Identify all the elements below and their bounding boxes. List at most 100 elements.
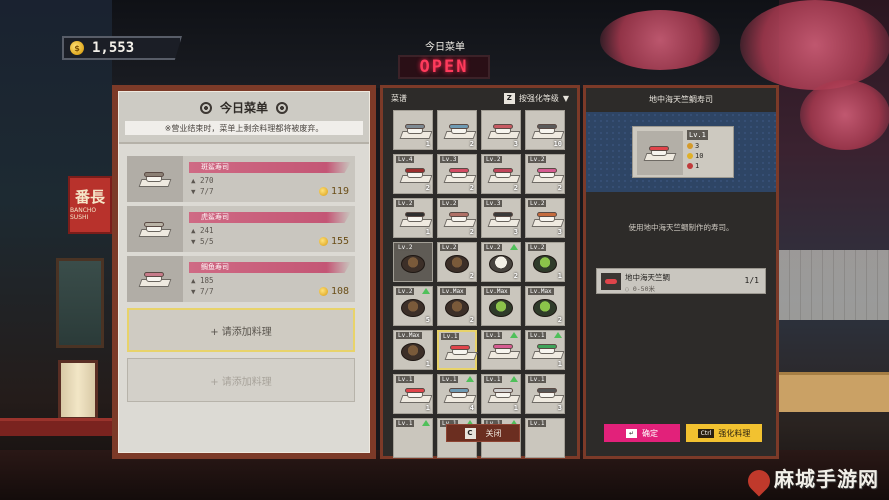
bowl-icon bbox=[401, 343, 425, 361]
confirm-label: 确定 bbox=[642, 428, 659, 438]
recipe-tab[interactable]: 菜谱 bbox=[391, 93, 407, 104]
recipe-cell[interactable]: Lv.Max bbox=[481, 286, 521, 326]
add-dish-slot[interactable]: + 请添加料理 bbox=[127, 358, 355, 402]
recipe-cell[interactable]: Lv.1 1 bbox=[525, 330, 565, 370]
recipe-level: Lv.Max bbox=[528, 288, 554, 295]
recipe-level: Lv.2 bbox=[396, 288, 415, 295]
dish-card: Lv.1 3 10 1 bbox=[632, 126, 734, 178]
recipe-cell[interactable]: 10 bbox=[525, 110, 565, 150]
recipe-level: Lv.2 bbox=[528, 200, 547, 207]
recipe-cell[interactable]: Lv.Max 1 bbox=[393, 330, 433, 370]
recipe-cell[interactable]: Lv.1 bbox=[481, 330, 521, 370]
sushi-icon bbox=[443, 123, 477, 139]
fish-icon bbox=[601, 273, 621, 290]
recipe-cell[interactable]: Lv.2 2 bbox=[437, 198, 477, 238]
sushi-icon bbox=[487, 123, 521, 139]
ingredient-row[interactable]: 地中海天竺鲷 ◌ 0-50米 1/1 bbox=[596, 268, 766, 294]
recipe-cell[interactable]: Lv.1 bbox=[437, 330, 478, 370]
recipe-cell[interactable]: Lv.2 3 bbox=[525, 198, 565, 238]
open-neon-sign: OPEN bbox=[398, 55, 490, 79]
recipe-cell[interactable]: Lv.2 2 bbox=[481, 154, 521, 194]
recipe-count: 1 bbox=[557, 360, 562, 368]
sushi-icon bbox=[138, 221, 172, 237]
recipe-cell[interactable]: Lv.2 bbox=[393, 242, 433, 282]
recipe-level: Lv.2 bbox=[396, 244, 415, 251]
recipe-count: 2 bbox=[469, 272, 474, 280]
close-key-badge: C bbox=[464, 427, 476, 439]
dish-stats: Lv.1 3 10 1 bbox=[687, 130, 708, 171]
recipe-cell[interactable]: Lv.2 1 bbox=[393, 198, 433, 238]
upgrade-dish-button[interactable]: Ctrl 强化料理 bbox=[686, 424, 762, 442]
sort-dropdown[interactable]: Z 按强化等级 ▼ bbox=[503, 92, 569, 104]
watermark: 麻城手游网 bbox=[743, 463, 879, 497]
ingredient-count: 1/1 bbox=[744, 276, 759, 285]
bowl-icon bbox=[489, 255, 513, 273]
recipe-count: 4 bbox=[469, 404, 474, 412]
recipe-panel-inner: 菜谱 Z 按强化等级 ▼ 1 2 3 10 Lv.4 2 Lv.3 2 Lv.2 2 Lv.2 2 Lv… bbox=[383, 88, 577, 458]
recipe-cell[interactable]: Lv.2 2 bbox=[481, 242, 521, 282]
recipe-cell[interactable]: Lv.1 bbox=[393, 418, 433, 458]
dish-thumbnail bbox=[127, 156, 183, 202]
cherry-blossom bbox=[600, 10, 720, 70]
recipe-level: Lv.2 bbox=[440, 244, 459, 251]
recipe-cell[interactable]: Lv.1 3 bbox=[525, 374, 565, 414]
recipe-cell[interactable]: Lv.1 bbox=[525, 418, 565, 458]
recipe-level: Lv.Max bbox=[396, 332, 422, 339]
cherry-blossom bbox=[800, 80, 889, 150]
flavor-icon bbox=[687, 143, 693, 149]
recipe-cell[interactable]: Lv.2 5 bbox=[393, 286, 433, 326]
koi-painting bbox=[56, 258, 104, 348]
bowl-icon bbox=[401, 299, 425, 317]
recipe-cell[interactable]: Lv.Max 2 bbox=[525, 286, 565, 326]
recipe-count: 2 bbox=[513, 184, 518, 192]
sushi-icon bbox=[443, 387, 477, 403]
recipe-level: Lv.3 bbox=[484, 200, 503, 207]
add-dish-slot[interactable]: + 请添加料理 bbox=[127, 308, 355, 352]
bowl-icon bbox=[533, 255, 557, 273]
dish-hero-area: Lv.1 3 10 1 bbox=[586, 112, 776, 192]
close-label: 关闭 bbox=[485, 428, 502, 438]
recipe-cell[interactable]: Lv.3 2 bbox=[437, 154, 477, 194]
recipe-level: Lv.1 bbox=[484, 376, 503, 383]
sushi-icon bbox=[531, 211, 565, 227]
upgrade-arrow-icon bbox=[422, 420, 430, 426]
recipe-cell[interactable]: Lv.1 1 bbox=[481, 374, 521, 414]
bowl-icon bbox=[401, 255, 425, 273]
recipe-cell[interactable]: Lv.4 2 bbox=[393, 154, 433, 194]
menu-dish-row[interactable]: 虎鲨寿司 ▲ 241 ▼ 5/5 155 bbox=[127, 206, 355, 252]
currency-display: $ 1,553 bbox=[62, 36, 182, 60]
recipe-count: 3 bbox=[513, 228, 518, 236]
upgrade-arrow-icon bbox=[510, 376, 518, 382]
upgrade-arrow-icon bbox=[422, 288, 430, 294]
recipe-cell[interactable]: Lv.1 1 bbox=[393, 374, 433, 414]
dish-ratio: ▼ 7/7 bbox=[191, 287, 214, 296]
recipe-cell[interactable]: Lv.1 4 bbox=[437, 374, 477, 414]
confirm-button[interactable]: ↵ 确定 bbox=[604, 424, 680, 442]
recipe-count: 3 bbox=[557, 404, 562, 412]
chevron-down-icon: ▼ bbox=[562, 93, 569, 103]
recipe-cell[interactable]: 3 bbox=[481, 110, 521, 150]
recipe-cell[interactable]: Lv.2 2 bbox=[525, 154, 565, 194]
recipe-header: 菜谱 Z 按强化等级 ▼ bbox=[383, 88, 577, 108]
bowl-icon bbox=[445, 299, 469, 317]
close-button[interactable]: C 关闭 bbox=[446, 424, 520, 442]
recipe-count: 2 bbox=[469, 316, 474, 324]
ingredient-depth: ◌ 0-50米 bbox=[625, 285, 655, 293]
recipe-cell[interactable]: Lv.Max 2 bbox=[437, 286, 477, 326]
recipe-count: 2 bbox=[469, 140, 474, 148]
recipe-count: 2 bbox=[469, 184, 474, 192]
recipe-count: 2 bbox=[557, 316, 562, 324]
menu-dish-row[interactable]: 斑鲨寿司 ▲ 270 ▼ 7/7 119 bbox=[127, 156, 355, 202]
menu-dish-row[interactable]: 鲷鱼寿司 ▲ 185 ▼ 7/7 108 bbox=[127, 256, 355, 302]
sushi-icon bbox=[443, 211, 477, 227]
recipe-cell[interactable]: Lv.2 2 bbox=[437, 242, 477, 282]
sushi-icon bbox=[487, 211, 521, 227]
recipe-level: Lv.1 bbox=[528, 332, 547, 339]
recipe-cell[interactable]: Lv.3 3 bbox=[481, 198, 521, 238]
fish-icon bbox=[687, 163, 693, 169]
recipe-cell[interactable]: 1 bbox=[393, 110, 433, 150]
recipe-grid: 1 2 3 10 Lv.4 2 Lv.3 2 Lv.2 2 Lv.2 2 Lv.2 1 Lv.2 2 Lv.3 3… bbox=[393, 110, 569, 458]
recipe-cell[interactable]: 2 bbox=[437, 110, 477, 150]
restaurant-sign: 番長 BANCHO SUSHI bbox=[68, 176, 112, 234]
recipe-cell[interactable]: Lv.2 1 bbox=[525, 242, 565, 282]
